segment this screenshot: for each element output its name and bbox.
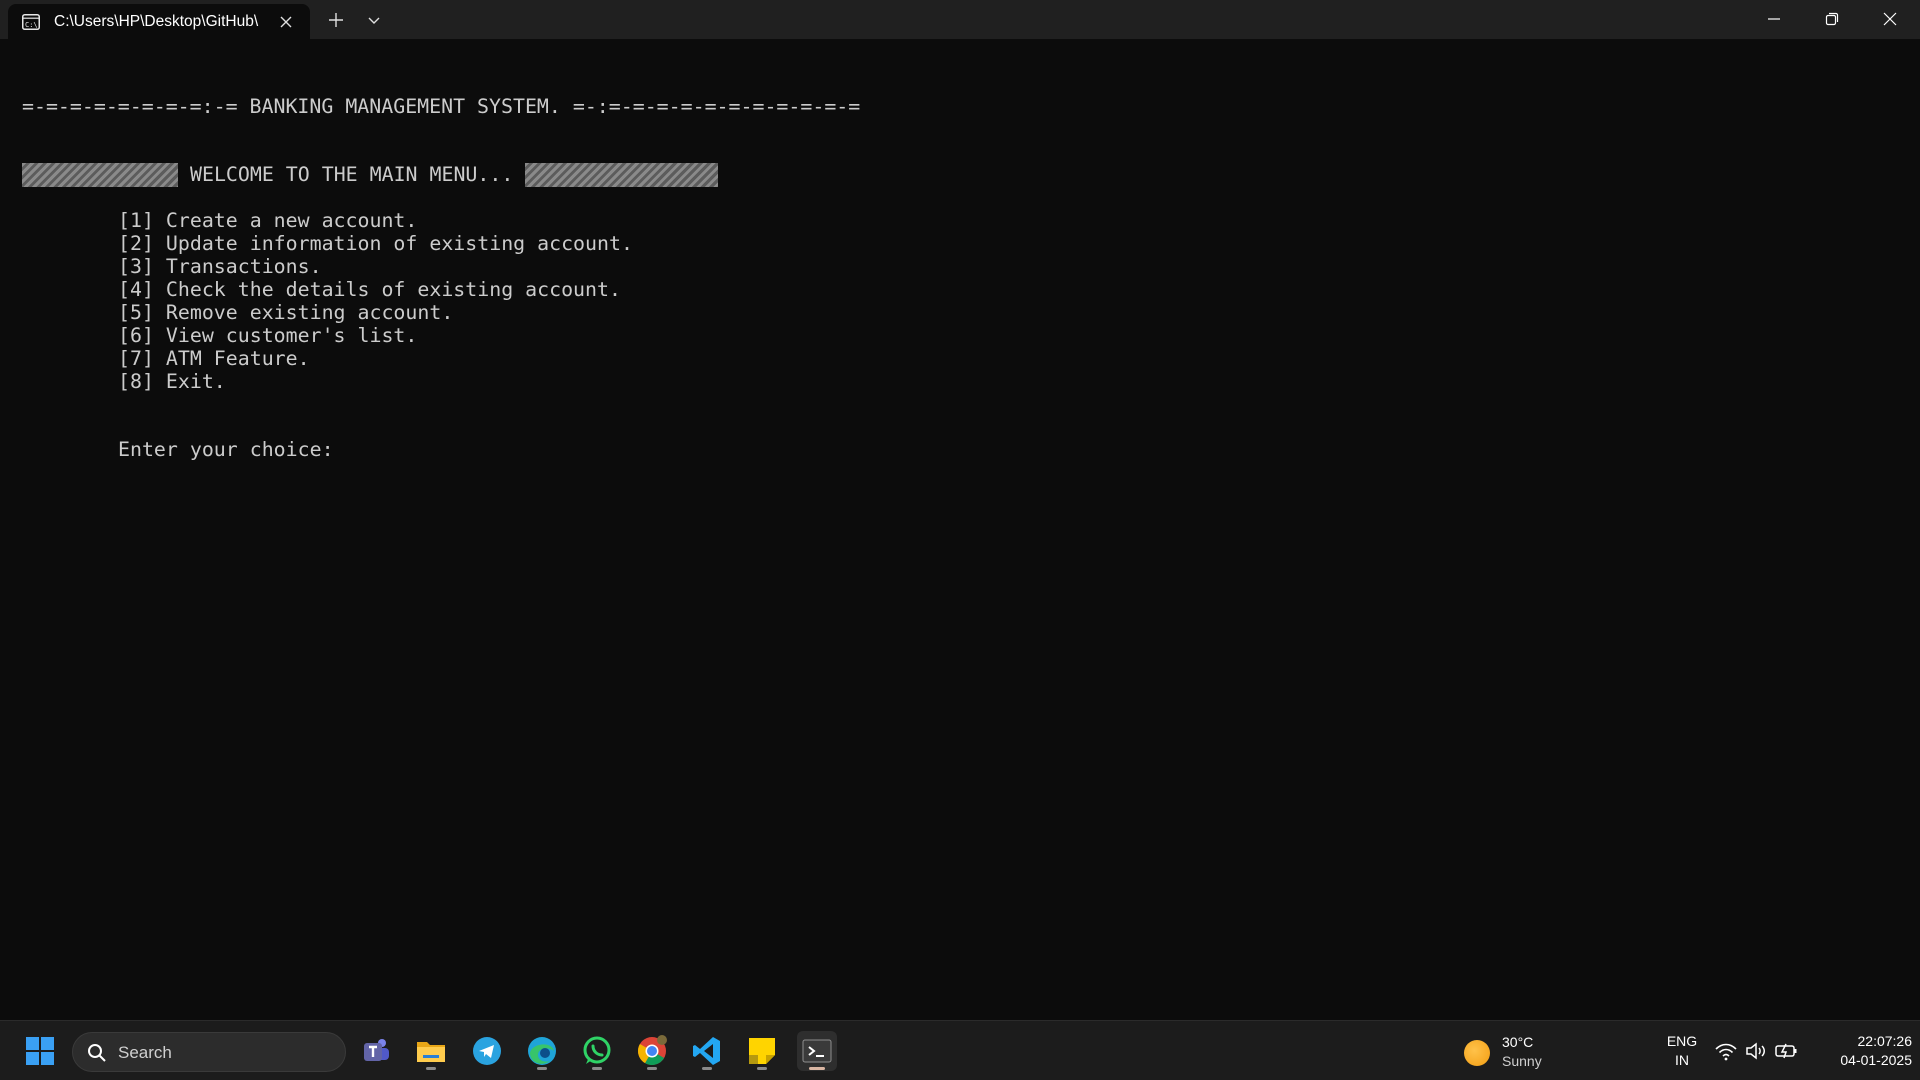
taskbar: Search 30°C Sunny ENG IN 22:07:26 04-01-…	[0, 1020, 1920, 1080]
running-indicator	[647, 1067, 657, 1070]
search-placeholder: Search	[118, 1043, 172, 1062]
taskbar-app-whatsapp[interactable]	[577, 1031, 617, 1071]
taskbar-app-teams[interactable]	[356, 1031, 396, 1071]
svg-text:C:\: C:\	[25, 21, 38, 29]
menu-item-transactions: [3] Transactions.	[118, 255, 322, 278]
taskbar-app-sticky-notes[interactable]	[742, 1031, 782, 1071]
minimize-button[interactable]	[1746, 0, 1802, 39]
file-explorer-icon	[417, 1042, 445, 1062]
whatsapp-icon	[583, 1036, 611, 1064]
terminal-tab-icon: C:\	[22, 14, 40, 30]
close-tab-icon[interactable]	[276, 12, 296, 32]
weather-widget[interactable]: 30°C Sunny	[1460, 1031, 1600, 1071]
vscode-icon	[693, 1037, 720, 1065]
close-window-button[interactable]	[1862, 0, 1918, 39]
banner-line: =-=-=-=-=-=-=-=:-= BANKING MANAGEMENT SY…	[22, 95, 861, 118]
search-icon	[88, 1044, 106, 1062]
taskbar-app-chrome[interactable]	[632, 1031, 672, 1071]
welcome-heading: WELCOME TO THE MAIN MENU...	[190, 163, 514, 186]
close-icon	[1883, 12, 1897, 26]
running-indicator	[757, 1067, 767, 1070]
main-menu: [1] Create a new account. [2] Update inf…	[118, 209, 633, 393]
keyboard-region: IN	[1675, 1052, 1689, 1068]
taskbar-app-file-explorer[interactable]	[411, 1031, 451, 1071]
weather-condition: Sunny	[1502, 1053, 1542, 1069]
taskbar-app-telegram[interactable]	[467, 1031, 507, 1071]
menu-item-customer-list: [6] View customer's list.	[118, 324, 418, 347]
running-indicator	[592, 1067, 602, 1070]
taskbar-app-vscode[interactable]	[687, 1031, 727, 1071]
new-tab-icon[interactable]	[324, 8, 348, 32]
running-indicator	[702, 1067, 712, 1070]
welcome-row: WELCOME TO THE MAIN MENU...	[22, 163, 719, 187]
system-clock[interactable]: 22:07:26 04-01-2025	[1802, 1032, 1912, 1070]
start-button[interactable]	[20, 1031, 60, 1071]
running-indicator	[426, 1067, 436, 1070]
console-output[interactable]: =-=-=-=-=-=-=-=:-= BANKING MANAGEMENT SY…	[0, 39, 1920, 1020]
active-indicator	[809, 1067, 825, 1070]
menu-item-create-account: [1] Create a new account.	[118, 209, 418, 232]
language-indicator[interactable]: ENG IN	[1660, 1032, 1704, 1070]
taskbar-app-edge[interactable]	[522, 1031, 562, 1071]
wifi-icon[interactable]	[1714, 1039, 1738, 1063]
chevron-down-icon[interactable]	[362, 10, 386, 30]
taskbar-search[interactable]: Search	[72, 1032, 346, 1072]
terminal-icon	[802, 1039, 832, 1063]
menu-item-exit: [8] Exit.	[118, 370, 226, 393]
running-indicator	[537, 1067, 547, 1070]
weather-temperature: 30°C	[1502, 1034, 1534, 1050]
language-code: ENG	[1666, 1033, 1698, 1049]
title-bar: C:\ C:\Users\HP\Desktop\GitHub\	[0, 0, 1920, 39]
teams-icon	[364, 1039, 389, 1061]
clock-time: 22:07:26	[1857, 1033, 1913, 1049]
telegram-icon	[473, 1037, 501, 1065]
menu-item-update-account: [2] Update information of existing accou…	[118, 232, 633, 255]
battery-charging-icon[interactable]	[1774, 1039, 1798, 1063]
taskbar-app-terminal[interactable]	[797, 1031, 837, 1071]
chrome-icon	[638, 1035, 667, 1065]
sticky-notes-icon	[749, 1038, 775, 1064]
restore-button[interactable]	[1804, 0, 1860, 39]
volume-icon[interactable]	[1744, 1039, 1768, 1063]
menu-item-atm-feature: [7] ATM Feature.	[118, 347, 310, 370]
start-icon	[26, 1037, 54, 1065]
edge-icon	[528, 1037, 556, 1065]
restore-icon	[1825, 12, 1839, 26]
menu-item-check-details: [4] Check the details of existing accoun…	[118, 278, 621, 301]
menu-item-remove-account: [5] Remove existing account.	[118, 301, 454, 324]
hatch-block-left	[22, 163, 178, 187]
clock-date: 04-01-2025	[1840, 1052, 1912, 1068]
hatch-block-right	[525, 163, 719, 187]
choice-prompt[interactable]: Enter your choice:	[118, 438, 334, 461]
tab-title: C:\Users\HP\Desktop\GitHub\	[54, 13, 259, 30]
sun-icon	[1464, 1040, 1490, 1066]
minimize-icon	[1768, 18, 1780, 20]
terminal-tab[interactable]: C:\ C:\Users\HP\Desktop\GitHub\	[8, 4, 310, 39]
